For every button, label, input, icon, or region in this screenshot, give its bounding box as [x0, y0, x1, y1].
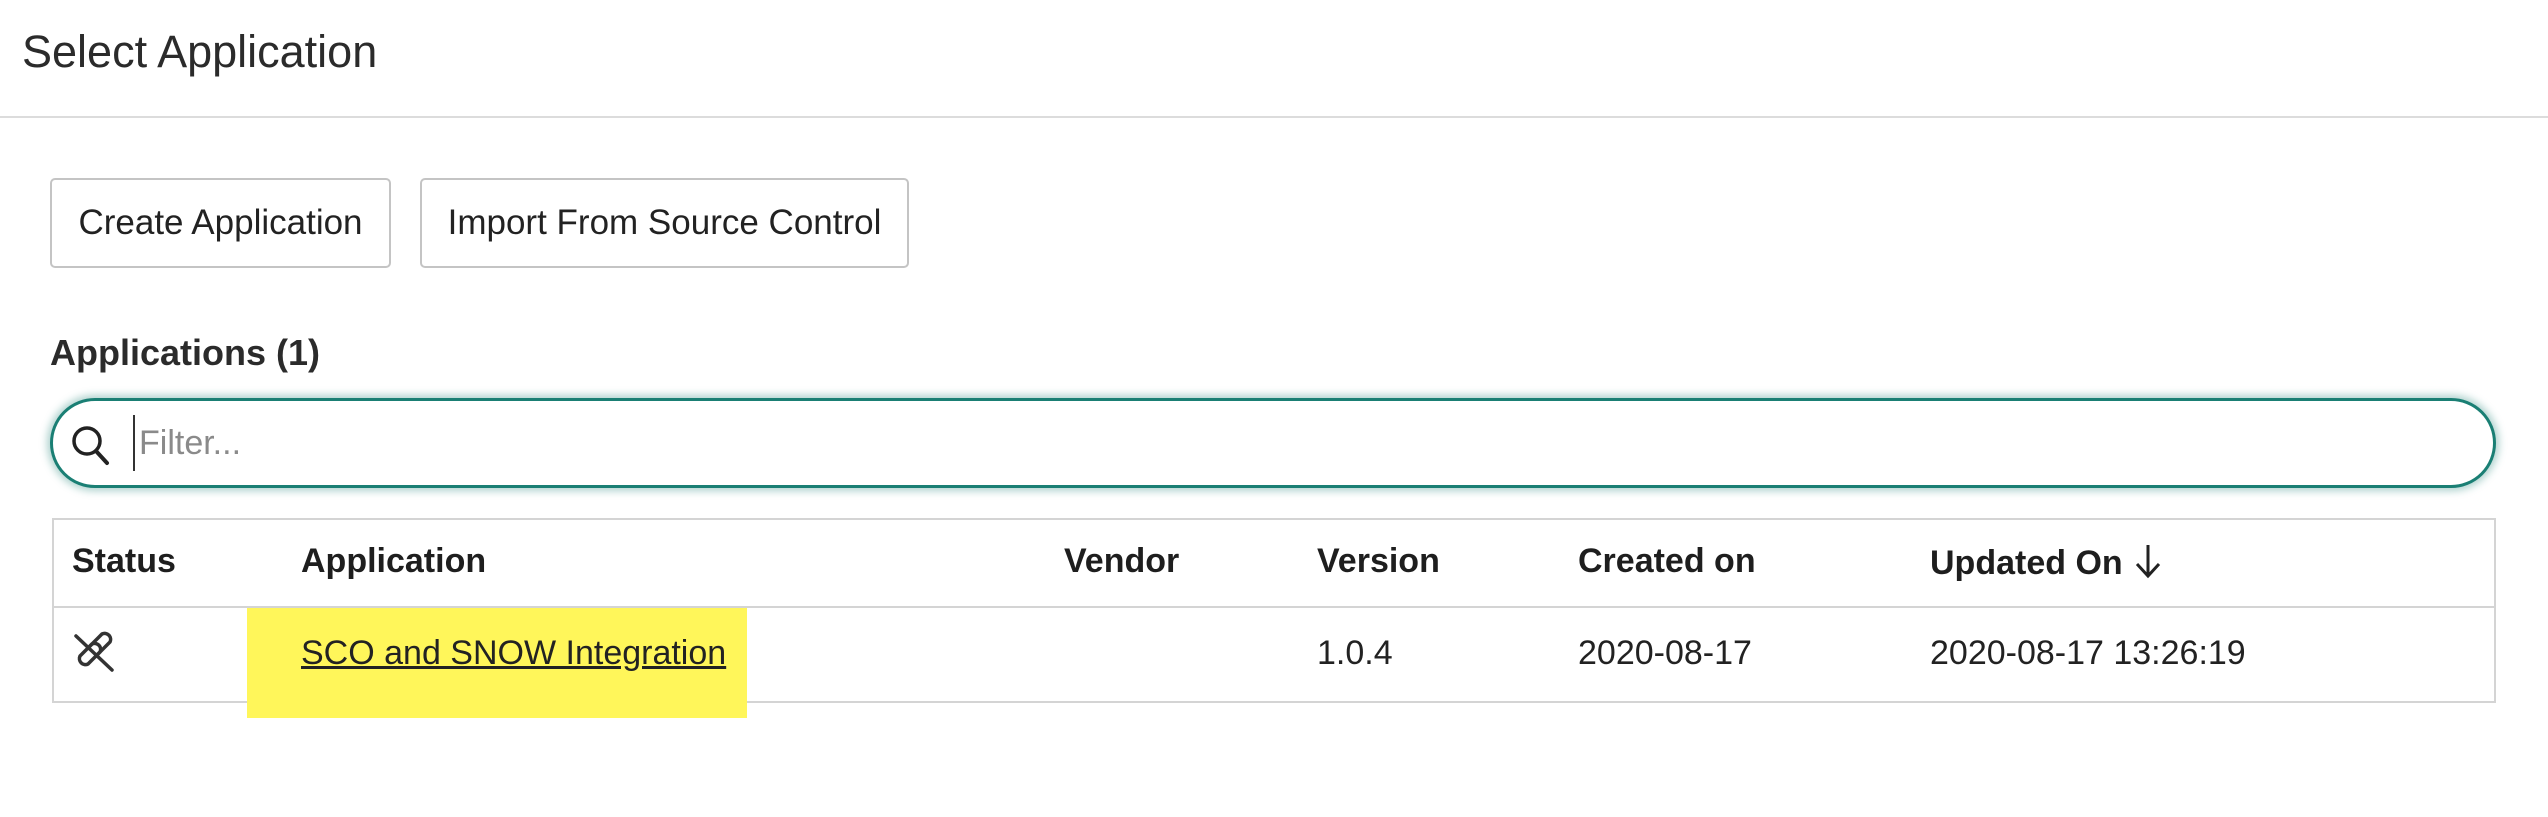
- search-icon: [72, 426, 109, 465]
- filter-box[interactable]: [50, 398, 2496, 488]
- column-header-updated-label: Updated On: [1930, 544, 2123, 582]
- table-header-row: Status Application Vendor Version Create…: [54, 520, 2494, 608]
- unlinked-icon: [74, 631, 114, 672]
- application-link[interactable]: SCO and SNOW Integration: [301, 634, 726, 673]
- arrow-down-icon: [2135, 545, 2160, 579]
- create-application-button[interactable]: Create Application: [50, 178, 391, 268]
- column-header-updated[interactable]: Updated On: [1930, 542, 2163, 583]
- column-header-created[interactable]: Created on: [1578, 542, 1756, 581]
- page-header: Select Application: [0, 0, 2548, 118]
- created-cell: 2020-08-17: [1578, 634, 1752, 672]
- column-header-status[interactable]: Status: [72, 542, 176, 581]
- applications-table: Status Application Vendor Version Create…: [52, 518, 2496, 718]
- application-name[interactable]: SCO and SNOW Integration: [301, 634, 726, 672]
- column-header-version[interactable]: Version: [1317, 542, 1440, 581]
- updated-cell: 2020-08-17 13:26:19: [1930, 634, 2246, 672]
- page-title: Select Application: [22, 26, 378, 77]
- filter-input[interactable]: [133, 415, 2459, 471]
- table-row[interactable]: SCO and SNOW Integration 1.0.4 2020-08-1…: [54, 608, 2494, 718]
- column-header-application[interactable]: Application: [301, 542, 486, 581]
- column-header-vendor[interactable]: Vendor: [1064, 542, 1179, 581]
- applications-heading: Applications (1): [50, 332, 321, 373]
- import-from-source-control-button[interactable]: Import From Source Control: [420, 178, 909, 268]
- version-cell: 1.0.4: [1317, 634, 1393, 672]
